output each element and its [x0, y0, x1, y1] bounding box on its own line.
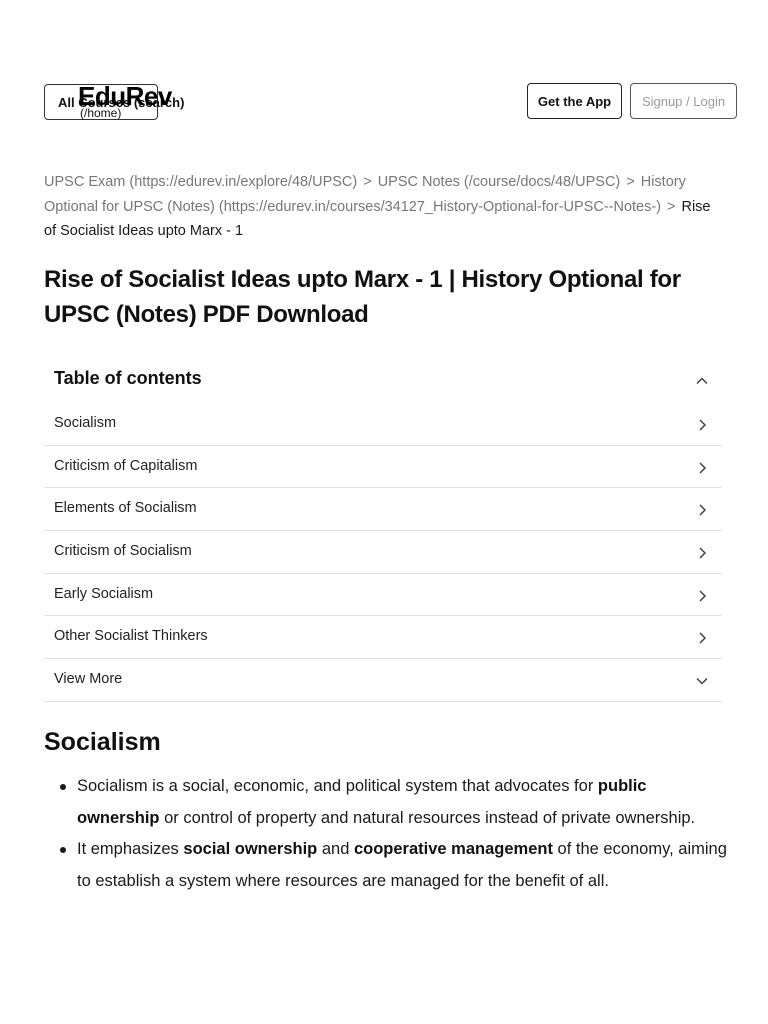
toc-view-more[interactable]: View More [44, 659, 722, 702]
toc-item-elements-of-socialism[interactable]: Elements of Socialism [44, 488, 722, 532]
bullet-text: It emphasizes [77, 840, 184, 858]
toc-item-other-socialist-thinkers[interactable]: Other Socialist Thinkers [44, 616, 722, 660]
toc-item-socialism[interactable]: Socialism [44, 403, 722, 446]
signup-login-button[interactable]: Signup / Login [630, 83, 737, 119]
breadcrumb-link-upsc-exam[interactable]: UPSC Exam (https://edurev.in/explore/48/… [44, 174, 357, 190]
toc-item-criticism-of-socialism[interactable]: Criticism of Socialism [44, 531, 722, 574]
toc-item-label: Elements of Socialism [54, 500, 197, 517]
bullet-text: Socialism is a social, economic, and pol… [77, 777, 598, 795]
logo-home-link[interactable]: (/home) [80, 106, 121, 120]
bold-term: cooperative management [353, 840, 553, 858]
bullet-text: and [317, 840, 354, 858]
toc-item-label: Early Socialism [54, 585, 154, 602]
bold-term: social ownership [183, 840, 318, 858]
breadcrumb-separator: > [667, 198, 676, 215]
chevron-up-icon[interactable] [694, 373, 710, 389]
section-heading-socialism: Socialism [44, 728, 161, 756]
chevron-right-icon [694, 588, 710, 604]
list-item: Socialism is a social, economic, and pol… [60, 771, 727, 834]
list-item: It emphasizes social ownership and coope… [60, 834, 727, 897]
bullet-dot [60, 784, 66, 790]
chevron-down-icon [694, 673, 710, 689]
toc-item-label: Criticism of Capitalism [54, 457, 198, 474]
chevron-right-icon [694, 630, 710, 646]
chevron-right-icon [694, 545, 710, 561]
breadcrumb-separator: > [626, 174, 635, 190]
bullet-text: or control of property and natural resou… [159, 808, 696, 827]
chevron-right-icon [694, 460, 710, 476]
breadcrumb-link-upsc-notes[interactable]: UPSC Notes (/course/docs/48/UPSC) [378, 174, 621, 190]
breadcrumb: UPSC Exam (https://edurev.in/explore/48/… [44, 170, 714, 244]
table-of-contents: Table of contents Socialism Criticism of… [44, 358, 722, 702]
toc-item-label: Socialism [54, 415, 117, 431]
page: All Courses (search) EduRev (/home) Get … [0, 0, 768, 1024]
content-bullet-list: Socialism is a social, economic, and pol… [60, 771, 727, 897]
toc-title: Table of contents [54, 368, 202, 388]
toc-header[interactable]: Table of contents [44, 358, 722, 403]
chevron-right-icon [694, 502, 710, 518]
toc-view-more-label: View More [54, 671, 123, 688]
site-header: All Courses (search) EduRev (/home) Get … [44, 81, 737, 120]
toc-item-label: Criticism of Socialism [54, 543, 192, 560]
get-app-button[interactable]: Get the App [527, 83, 622, 119]
bullet-dot [60, 847, 66, 853]
toc-item-criticism-of-capitalism[interactable]: Criticism of Capitalism [44, 446, 722, 489]
chevron-right-icon [694, 417, 710, 433]
page-title: Rise of Socialist Ideas upto Marx - 1 | … [44, 266, 681, 328]
toc-item-early-socialism[interactable]: Early Socialism [44, 574, 722, 617]
toc-item-label: Other Socialist Thinkers [54, 628, 208, 645]
breadcrumb-separator: > [363, 174, 372, 190]
